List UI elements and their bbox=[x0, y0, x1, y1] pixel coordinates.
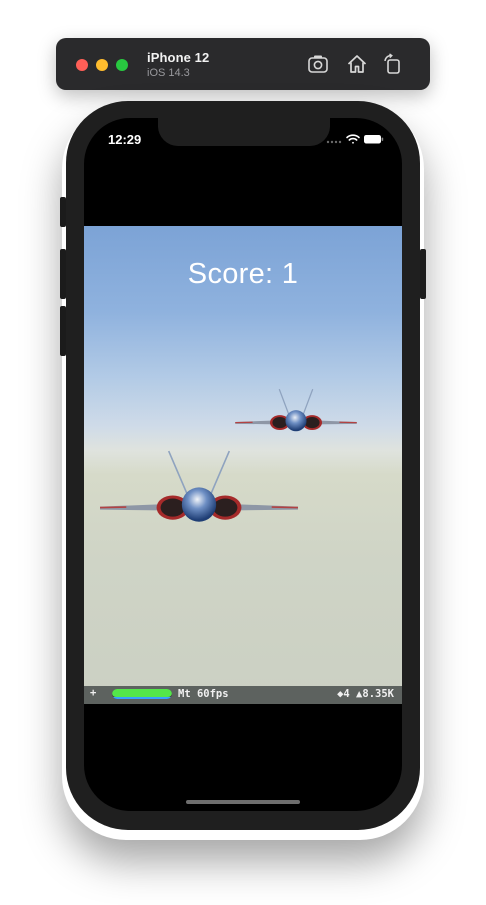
zoom-window-button[interactable] bbox=[116, 59, 128, 71]
game-view[interactable]: Score: 1 + Mt 60fps ◆4 ▲8.35K bbox=[84, 226, 402, 704]
stats-counts: ◆4 ▲8.35K bbox=[337, 688, 394, 700]
score-label: Score: 1 bbox=[187, 258, 299, 290]
enemy-jet-far bbox=[235, 388, 357, 432]
home-button[interactable] bbox=[345, 52, 369, 76]
stats-hud: + Mt 60fps ◆4 ▲8.35K bbox=[84, 686, 402, 704]
screenshot-button[interactable] bbox=[306, 52, 330, 76]
power-button[interactable] bbox=[420, 249, 426, 299]
status-icons bbox=[326, 134, 384, 144]
rotate-icon bbox=[384, 53, 400, 74]
cellular-dots-icon bbox=[326, 140, 342, 144]
frame-time-underline bbox=[112, 697, 172, 699]
rotate-button[interactable] bbox=[381, 52, 405, 76]
os-version: iOS 14.3 bbox=[147, 67, 190, 79]
simulator-toolbar: iPhone 12 iOS 14.3 bbox=[56, 38, 430, 90]
home-icon bbox=[347, 55, 367, 73]
stats-fps: Mt 60fps bbox=[178, 688, 229, 700]
enemy-jet-near bbox=[100, 450, 298, 522]
notch bbox=[158, 118, 330, 146]
screenshot-icon bbox=[308, 55, 328, 73]
close-window-button[interactable] bbox=[76, 59, 88, 71]
status-time: 12:29 bbox=[108, 132, 142, 147]
battery-icon bbox=[364, 135, 384, 144]
minimize-window-button[interactable] bbox=[96, 59, 108, 71]
frame-time-fill bbox=[112, 689, 172, 697]
device-screen: 12:29 Score: 1 + Mt 60fps ◆4 ▲8.35K bbox=[84, 118, 402, 811]
frame-time-bar bbox=[112, 689, 172, 699]
wifi-icon bbox=[346, 134, 360, 144]
home-indicator[interactable] bbox=[186, 800, 300, 804]
stats-toggle-button[interactable]: + bbox=[90, 687, 96, 699]
device-name: iPhone 12 bbox=[147, 50, 210, 65]
